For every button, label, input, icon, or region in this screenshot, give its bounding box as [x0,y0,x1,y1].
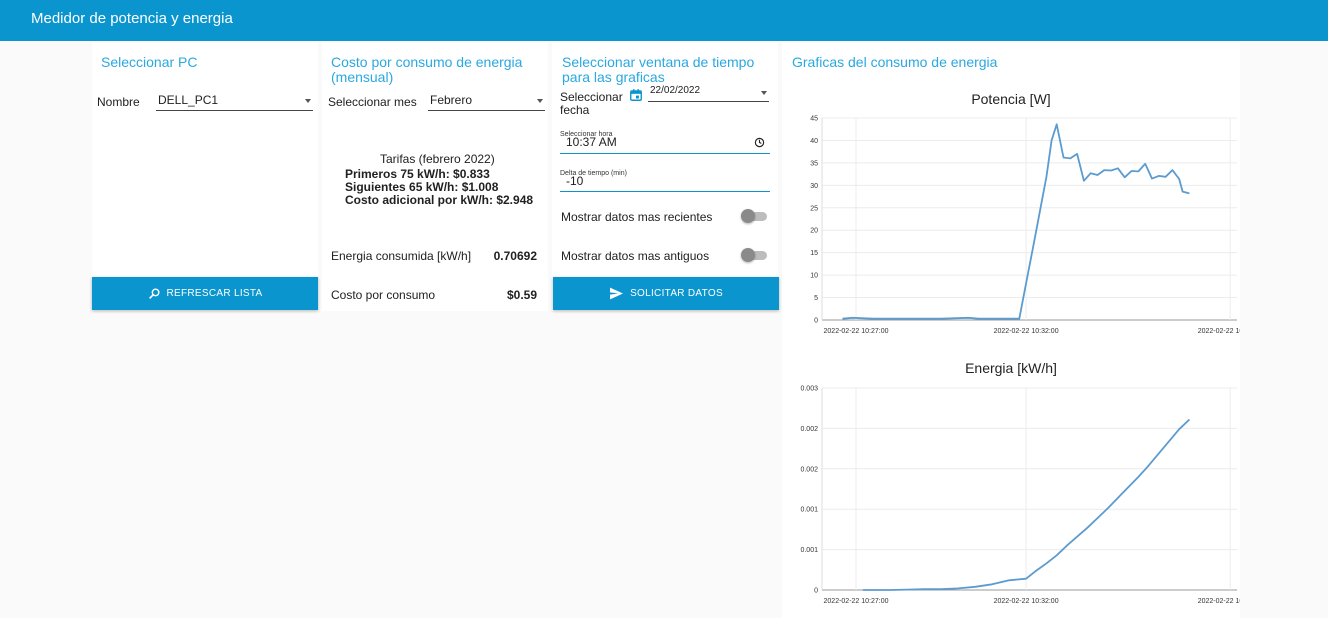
power-chart: 45 40 35 30 25 20 15 10 5 0 2022-02-22 10:27:00 202… [810,116,1240,336]
send-icon [610,287,624,300]
power-y-tick-label: 35 [810,160,818,167]
recent-toggle-thumb [741,209,755,223]
power-x-tick-label: 2022-02-22 10:38:00 [1198,328,1240,335]
time-window-card: Seleccionar ventana de tiempo para las g… [552,43,778,311]
power-chart-title: Potencia [W] [971,91,1051,107]
power-x-tick-label: 2022-02-22 10:27:00 [824,328,889,335]
cost-card-title-1: Costo por consumo de energia [331,54,523,70]
power-y-tick-label: 0 [814,318,818,325]
power-y-tick-label: 20 [810,228,818,235]
date-value: 22/02/2022 [650,85,701,96]
oldest-data-label: Mostrar datos mas antiguos [561,249,710,263]
power-y-tick-label: 5 [814,295,818,302]
app-title: Medidor de potencia y energia [31,10,233,27]
oldest-toggle-thumb [741,248,755,262]
delta-input[interactable]: -10 [566,174,583,188]
energy-x-tick-label: 2022-02-22 10:38:00 [1198,598,1240,605]
energy-y-tick-label: 0 [814,588,818,595]
calendar-icon[interactable] [629,88,643,102]
power-y-tick-label: 30 [810,183,818,190]
pc-name-label: Nombre [97,95,140,109]
power-y-tick-label: 10 [810,273,818,280]
date-label-1: Seleccionar [560,90,623,104]
energy-y-tick-label: 0.002 [800,426,818,433]
app-bar: Medidor de potencia y energia [0,0,1328,41]
power-x-tick-label: 2022-02-22 10:32:00 [994,328,1059,335]
rates-title: Tarifas (febrero 2022) [380,152,495,166]
energy-y-tick-label: 0.001 [800,507,818,514]
request-data-label: SOLICITAR DATOS [630,288,723,299]
energy-consumed-value: 0.70692 [493,249,537,263]
month-label: Seleccionar mes [328,95,417,109]
energy-y-tick-label: 0.003 [800,386,818,393]
search-refresh-icon [148,288,160,299]
rate-additional: Costo adicional por kW/h: $2.948 [345,193,534,207]
time-window-title-2: para las graficas [562,69,665,85]
cost-label: Costo por consumo [331,288,436,302]
month-value: Febrero [430,93,473,107]
refresh-list-label: REFRESCAR LISTA [166,288,263,299]
pc-name-select[interactable]: DELL_PC1 [156,93,313,111]
power-series-line [842,123,1190,320]
energy-x-tick-label: 2022-02-22 10:27:00 [824,598,889,605]
pc-select-card: Seleccionar PC Nombre DELL_PC1 [92,43,318,311]
energy-x-tick-label: 2022-02-22 10:32:00 [994,598,1059,605]
recent-data-label: Mostrar datos mas recientes [561,210,713,224]
request-data-button[interactable]: SOLICITAR DATOS [553,277,779,310]
energy-chart-title: Energia [kW/h] [965,360,1057,376]
rate-second: Siguientes 65 kW/h: $1.008 [345,180,499,194]
recent-data-toggle[interactable] [741,209,767,223]
energy-y-tick-label: 0.001 [800,547,818,554]
chevron-down-icon [761,91,767,95]
pc-card-title: Seleccionar PC [101,54,198,70]
time-window-title-1: Seleccionar ventana de tiempo [562,54,755,70]
energy-consumed-label: Energia consumida [kW/h] [331,249,472,263]
power-y-tick-label: 25 [810,205,818,212]
month-select[interactable]: Febrero [428,93,545,111]
chevron-down-icon [537,99,543,103]
power-y-tick-label: 15 [810,250,818,257]
delta-field-underline [560,191,770,192]
date-select[interactable]: 22/02/2022 [648,85,769,102]
cost-card: Costo por consumo de energia (mensual) S… [322,43,548,311]
oldest-data-toggle[interactable] [741,248,767,262]
chevron-down-icon [305,99,311,103]
energy-y-tick-label: 0.002 [800,466,818,473]
power-y-tick-label: 45 [810,116,818,123]
cost-card-title-2: (mensual) [331,69,394,85]
time-input[interactable]: 10:37 AM [566,135,617,149]
energy-chart: 0.003 0.002 0.002 0.001 0.001 0 2022-02-22 10:… [800,386,1240,606]
refresh-list-button[interactable]: REFRESCAR LISTA [92,277,318,310]
pc-name-value: DELL_PC1 [158,93,219,107]
time-field-underline [560,153,770,154]
power-y-tick-label: 40 [810,138,818,145]
cost-value: $0.59 [506,288,537,302]
cost-summary-row: Costo por consumo $0.59 [322,277,548,311]
rate-first: Primeros 75 kW/h: $0.833 [345,167,490,181]
charts-card-title: Graficas del consumo de energia [792,54,998,70]
date-label-2: fecha [560,103,590,117]
clock-icon[interactable] [754,137,765,148]
